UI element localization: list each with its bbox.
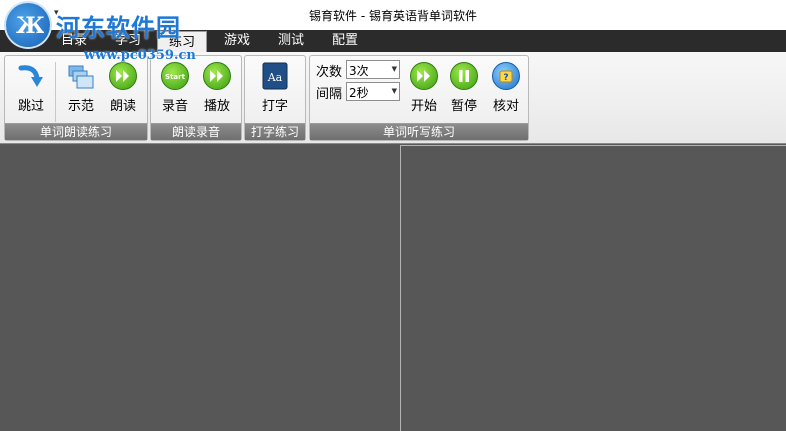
skip-button[interactable]: 跳过	[11, 60, 51, 118]
pause-icon	[450, 62, 478, 90]
playback-label: 播放	[203, 99, 230, 114]
record-label: 录音	[161, 99, 188, 114]
group-read-record: Start 录音 播放 朗读录音	[150, 55, 242, 141]
playback-button[interactable]: 播放	[197, 60, 237, 118]
right-workspace-pane[interactable]	[400, 145, 786, 431]
read-aloud-label: 朗读	[109, 99, 136, 114]
folders-icon	[67, 62, 95, 90]
tab-games[interactable]: 游戏	[214, 30, 260, 52]
svg-text:?: ?	[503, 73, 508, 83]
record-button[interactable]: Start 录音	[155, 60, 195, 118]
count-label: 次数	[316, 65, 343, 80]
interval-select[interactable]: 2秒 ▼	[346, 82, 400, 101]
pause-label: 暂停	[450, 99, 477, 114]
play-forward-icon	[109, 62, 137, 90]
start-button[interactable]: 开始	[404, 60, 444, 118]
svg-text:Start: Start	[165, 73, 186, 81]
interval-label: 间隔	[316, 87, 343, 102]
font-book-icon: Aa	[261, 62, 289, 90]
group-typing: Aa 打字 打字练习	[244, 55, 306, 141]
tab-settings[interactable]: 配置	[322, 30, 368, 52]
group-label-word-reading: 单词朗读练习	[5, 123, 147, 140]
group-label-dictation: 单词听写练习	[310, 123, 528, 140]
count-value: 3次	[349, 64, 369, 78]
count-select[interactable]: 3次 ▼	[346, 60, 400, 79]
play-forward-icon	[203, 62, 231, 90]
start-record-icon: Start	[161, 62, 189, 90]
read-aloud-button[interactable]: 朗读	[103, 60, 143, 118]
interval-value: 2秒	[349, 86, 369, 100]
app-logo-icon[interactable]: Ж	[6, 3, 50, 47]
typing-button[interactable]: Aa 打字	[255, 60, 295, 118]
play-forward-icon	[410, 62, 438, 90]
chevron-down-icon: ▼	[391, 87, 397, 95]
group-word-reading: 跳过 示范 朗读 单词朗读练习	[4, 55, 148, 141]
app-window: 锡育软件 - 锡育英语背单词软件 Ж ▾ 河东软件园 www.pc0359.cn…	[0, 0, 786, 431]
svg-text:Ж: Ж	[16, 13, 44, 39]
tab-test[interactable]: 测试	[268, 30, 314, 52]
check-label: 核对	[492, 99, 519, 114]
ribbon-panel: 跳过 示范 朗读 单词朗读练习 Start 录音 播放 朗读录音 Aa 打字 打…	[0, 52, 786, 144]
left-workspace-pane[interactable]	[0, 145, 400, 431]
demo-button[interactable]: 示范	[61, 60, 101, 118]
pause-button[interactable]: 暂停	[444, 60, 484, 118]
group-label-typing: 打字练习	[245, 123, 305, 140]
group-divider	[55, 62, 56, 122]
watermark-text: 河东软件园	[56, 13, 181, 42]
check-button[interactable]: ? 核对	[486, 60, 526, 118]
demo-label: 示范	[67, 99, 94, 114]
skip-label: 跳过	[17, 99, 44, 114]
chevron-down-icon: ▼	[391, 65, 397, 73]
group-dictation: 次数 3次 ▼ 间隔 2秒 ▼ 开始 暂停 ? 核对 单词听写练习	[309, 55, 529, 141]
check-help-icon: ?	[492, 62, 520, 90]
skip-arrow-icon	[17, 62, 45, 90]
typing-label: 打字	[261, 99, 288, 114]
group-label-read-record: 朗读录音	[151, 123, 241, 140]
svg-text:Aa: Aa	[267, 71, 283, 84]
watermark-url: www.pc0359.cn	[84, 48, 196, 63]
